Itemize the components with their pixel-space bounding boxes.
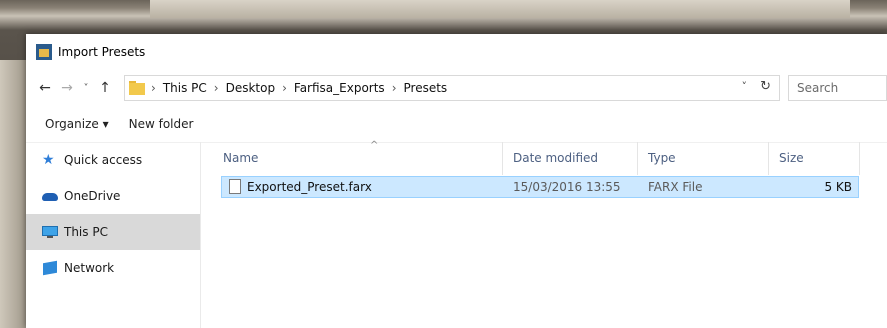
window-title: Import Presets — [58, 45, 146, 59]
column-header-size[interactable]: Size — [779, 151, 804, 165]
column-divider[interactable] — [768, 142, 769, 175]
file-type: FARX File — [648, 180, 703, 194]
sort-arrow-icon: ^ — [370, 140, 379, 151]
breadcrumb-separator: › — [213, 81, 219, 95]
back-button[interactable]: ← — [34, 80, 56, 96]
breadcrumb-desktop[interactable]: Desktop — [226, 81, 276, 95]
breadcrumb-separator: › — [391, 81, 397, 95]
computer-icon — [42, 225, 58, 239]
column-headers: Name ^ Date modified Type Size — [201, 140, 887, 175]
breadcrumb-farfisa-exports[interactable]: Farfisa_Exports — [294, 81, 385, 95]
sidebar-item-label: This PC — [64, 225, 108, 239]
up-button[interactable]: ↑ — [94, 80, 116, 96]
sidebar-item-this-pc[interactable]: This PC — [26, 214, 200, 250]
title-bar[interactable]: Import Presets — [26, 34, 887, 70]
refresh-icon[interactable]: ↻ — [760, 79, 771, 94]
sidebar-item-network[interactable]: Network — [26, 250, 200, 286]
address-row: ← → ˅ ↑ › This PC › Desktop › Farfisa_Ex… — [26, 70, 887, 106]
sidebar-item-quick-access[interactable]: ★ Quick access — [26, 142, 200, 178]
sidebar-item-label: Network — [64, 261, 115, 275]
column-divider[interactable] — [502, 142, 503, 175]
file-row[interactable]: Exported_Preset.farx 15/03/2016 13:55 FA… — [221, 176, 859, 198]
sidebar-item-onedrive[interactable]: OneDrive — [26, 178, 200, 214]
file-name: Exported_Preset.farx — [247, 180, 372, 194]
breadcrumb-separator: › — [282, 81, 287, 95]
sidebar-item-label: OneDrive — [64, 189, 121, 203]
content-area: ★ Quick access OneDrive This PC Network … — [26, 140, 887, 328]
column-header-name[interactable]: Name — [223, 151, 258, 165]
column-divider[interactable] — [637, 142, 638, 175]
file-icon — [229, 179, 241, 194]
toolbar: Organize ▾ New folder — [26, 106, 887, 143]
cloud-icon — [42, 189, 58, 203]
star-icon: ★ — [42, 152, 55, 168]
breadcrumb-separator: › — [151, 81, 156, 95]
file-size: 5 KB — [824, 180, 852, 194]
breadcrumb-this-pc[interactable]: This PC — [163, 81, 207, 95]
file-list: Name ^ Date modified Type Size Exported_… — [201, 140, 887, 328]
network-icon — [42, 260, 58, 276]
search-placeholder: Search — [797, 81, 839, 95]
recent-locations-button[interactable]: ˅ — [78, 83, 94, 94]
search-input[interactable]: Search — [788, 75, 887, 101]
address-dropdown-icon[interactable]: ˅ — [742, 80, 748, 93]
navigation-pane: ★ Quick access OneDrive This PC Network — [26, 142, 201, 328]
column-header-type[interactable]: Type — [648, 151, 676, 165]
background-window-strip — [150, 0, 850, 18]
new-folder-button[interactable]: New folder — [129, 117, 194, 131]
column-header-date[interactable]: Date modified — [513, 151, 598, 165]
column-divider[interactable] — [859, 142, 860, 175]
sidebar-item-label: Quick access — [64, 153, 143, 167]
address-bar[interactable]: › This PC › Desktop › Farfisa_Exports › … — [124, 75, 780, 101]
breadcrumb-presets[interactable]: Presets — [404, 81, 448, 95]
app-icon — [36, 44, 52, 60]
import-presets-dialog: Import Presets ← → ˅ ↑ › This PC › Deskt… — [26, 34, 887, 328]
file-date: 15/03/2016 13:55 — [513, 180, 621, 194]
folder-icon — [129, 81, 145, 95]
organize-button[interactable]: Organize ▾ — [45, 117, 109, 131]
forward-button[interactable]: → — [56, 80, 78, 96]
